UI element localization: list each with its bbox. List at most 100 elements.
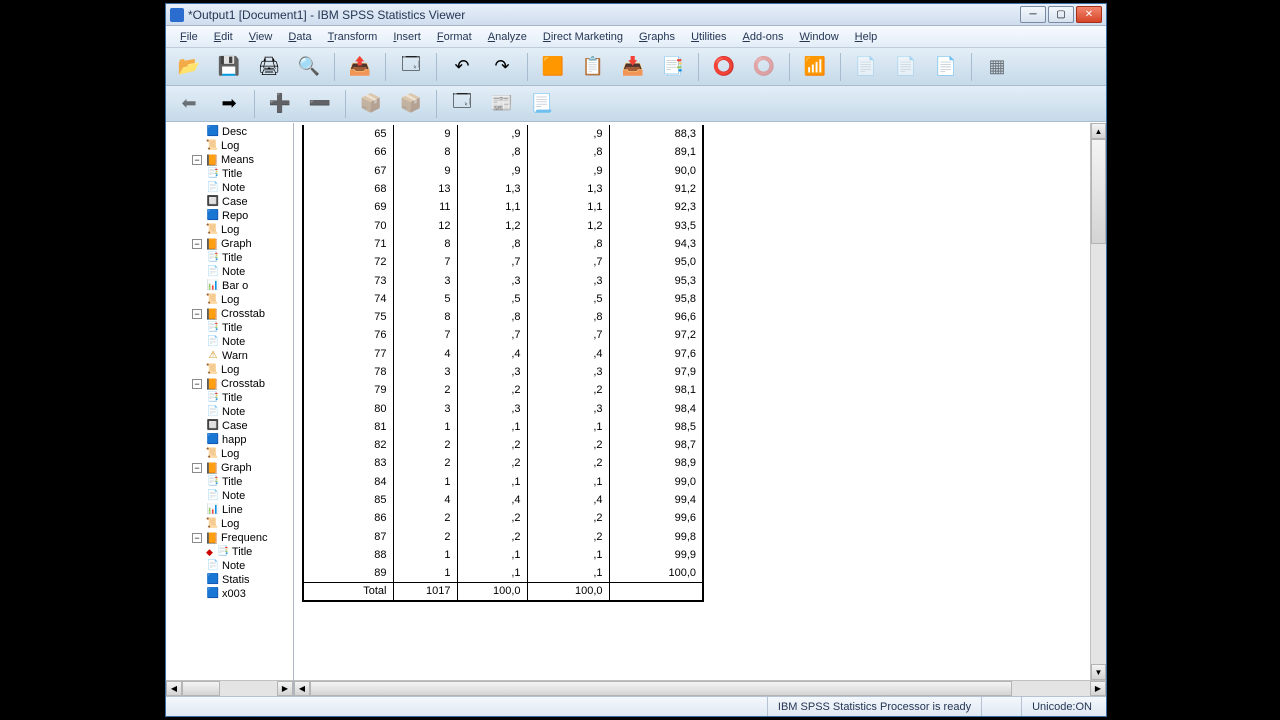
- outline-item-warn[interactable]: Warn: [166, 349, 293, 363]
- viewer-pane[interactable]: 659,9,988,3668,8,889,1679,9,990,068131,3…: [294, 123, 1106, 696]
- frequency-table[interactable]: 659,9,988,3668,8,889,1679,9,990,068131,3…: [302, 125, 704, 602]
- forward-icon[interactable]: ➡: [212, 89, 246, 119]
- table-row[interactable]: 679,9,990,0: [303, 162, 703, 180]
- expand-toggle-icon[interactable]: −: [192, 309, 202, 319]
- outline-item-note[interactable]: Note: [166, 335, 293, 349]
- table-row[interactable]: 68131,31,391,2: [303, 180, 703, 198]
- scroll-up-icon[interactable]: ▲: [1091, 123, 1106, 139]
- table-row[interactable]: 668,8,889,1: [303, 143, 703, 161]
- menu-analyze[interactable]: Analyze: [480, 28, 535, 46]
- menu-data[interactable]: Data: [280, 28, 319, 46]
- collapse-icon[interactable]: ➖: [303, 89, 337, 119]
- menu-edit[interactable]: Edit: [206, 28, 241, 46]
- export-icon[interactable]: 📤: [343, 52, 377, 82]
- table-row[interactable]: 69111,11,192,3: [303, 198, 703, 216]
- open-icon[interactable]: 📂: [172, 52, 206, 82]
- menu-insert[interactable]: Insert: [385, 28, 429, 46]
- outline-item-happ[interactable]: happ: [166, 433, 293, 447]
- table-row[interactable]: 881,1,199,9: [303, 546, 703, 564]
- outline-item-title[interactable]: Title: [166, 167, 293, 181]
- select-icon[interactable]: ⭕: [747, 52, 781, 82]
- menu-help[interactable]: Help: [847, 28, 886, 46]
- designate-icon[interactable]: 📶: [798, 52, 832, 82]
- scroll-right-icon[interactable]: ▶: [277, 681, 293, 696]
- expand-toggle-icon[interactable]: −: [192, 463, 202, 473]
- expand-toggle-icon[interactable]: −: [192, 379, 202, 389]
- variables-icon[interactable]: 📥: [616, 52, 650, 82]
- tool-c-icon[interactable]: 📄: [929, 52, 963, 82]
- table-row[interactable]: 718,8,894,3: [303, 235, 703, 253]
- outline-item-log[interactable]: Log: [166, 447, 293, 461]
- outline-item-title[interactable]: Title: [166, 251, 293, 265]
- table-row[interactable]: 783,3,397,9: [303, 363, 703, 381]
- expand-toggle-icon[interactable]: −: [192, 155, 202, 165]
- scroll-thumb[interactable]: [1091, 139, 1106, 244]
- maximize-button[interactable]: ▢: [1048, 6, 1074, 23]
- scroll-left-icon[interactable]: ◀: [166, 681, 182, 696]
- tool-b-icon[interactable]: 📄: [889, 52, 923, 82]
- outline-item-title[interactable]: Title: [166, 475, 293, 489]
- table-row[interactable]: 822,2,298,7: [303, 436, 703, 454]
- menu-add-ons[interactable]: Add-ons: [735, 28, 792, 46]
- table-row[interactable]: 832,2,298,9: [303, 454, 703, 472]
- expand-icon[interactable]: ➕: [263, 89, 297, 119]
- menu-graphs[interactable]: Graphs: [631, 28, 683, 46]
- outline-item-case[interactable]: Case: [166, 195, 293, 209]
- viewer-hscroll[interactable]: ◀ ▶: [294, 680, 1106, 696]
- outline-item-means[interactable]: −Means: [166, 153, 293, 167]
- menu-direct-marketing[interactable]: Direct Marketing: [535, 28, 631, 46]
- table-row[interactable]: 854,4,499,4: [303, 491, 703, 509]
- outline-item-note[interactable]: Note: [166, 489, 293, 503]
- goto-case-icon[interactable]: 📋: [576, 52, 610, 82]
- menu-utilities[interactable]: Utilities: [683, 28, 734, 46]
- menu-format[interactable]: Format: [429, 28, 480, 46]
- show-icon[interactable]: 📦: [354, 89, 388, 119]
- save-icon[interactable]: 💾: [212, 52, 246, 82]
- scroll-thumb[interactable]: [310, 681, 1012, 696]
- titlebar[interactable]: *Output1 [Document1] - IBM SPSS Statisti…: [166, 4, 1106, 26]
- menu-transform[interactable]: Transform: [320, 28, 386, 46]
- table-row[interactable]: 841,1,199,0: [303, 473, 703, 491]
- outline-item-note[interactable]: Note: [166, 181, 293, 195]
- recall-dialog-icon[interactable]: 🗔: [394, 52, 428, 82]
- outline-item-title[interactable]: Title: [166, 321, 293, 335]
- outline-item-crosstab[interactable]: −Crosstab: [166, 377, 293, 391]
- scroll-left-icon[interactable]: ◀: [294, 681, 310, 696]
- outline-item-log[interactable]: Log: [166, 293, 293, 307]
- outline-item-log[interactable]: Log: [166, 223, 293, 237]
- table-row[interactable]: 872,2,299,8: [303, 528, 703, 546]
- outline-item-title[interactable]: ◆Title: [166, 545, 293, 559]
- close-button[interactable]: ✕: [1076, 6, 1102, 23]
- tool-a-icon[interactable]: 📄: [849, 52, 883, 82]
- outline-item-graph[interactable]: −Graph: [166, 461, 293, 475]
- outline-item-frequenc[interactable]: −Frequenc: [166, 531, 293, 545]
- table-row[interactable]: 792,2,298,1: [303, 381, 703, 399]
- table-row[interactable]: 774,4,497,6: [303, 345, 703, 363]
- outline-item-log[interactable]: Log: [166, 363, 293, 377]
- table-row[interactable]: 70121,21,293,5: [303, 216, 703, 234]
- table-row[interactable]: 659,9,988,3: [303, 125, 703, 143]
- menu-view[interactable]: View: [241, 28, 281, 46]
- print-icon[interactable]: 🖨: [252, 52, 286, 82]
- outline-item-repo[interactable]: Repo: [166, 209, 293, 223]
- outline-item-desc[interactable]: Desc: [166, 125, 293, 139]
- outline-item-note[interactable]: Note: [166, 559, 293, 573]
- goto-data-icon[interactable]: 🟧: [536, 52, 570, 82]
- outline-item-log[interactable]: Log: [166, 517, 293, 531]
- minimize-button[interactable]: ─: [1020, 6, 1046, 23]
- outline-item-note[interactable]: Note: [166, 405, 293, 419]
- menu-file[interactable]: File: [172, 28, 206, 46]
- table-row[interactable]: 891,1,1100,0: [303, 564, 703, 582]
- table-total-row[interactable]: Total1017100,0100,0: [303, 582, 703, 600]
- table-row[interactable]: 727,7,795,0: [303, 253, 703, 271]
- outline-hscroll[interactable]: ◀ ▶: [166, 680, 293, 696]
- table-row[interactable]: 767,7,797,2: [303, 326, 703, 344]
- insert-title-icon[interactable]: 📰: [485, 89, 519, 119]
- outline-item-title[interactable]: Title: [166, 391, 293, 405]
- scroll-right-icon[interactable]: ▶: [1090, 681, 1106, 696]
- preview-icon[interactable]: 🔍: [292, 52, 326, 82]
- outline-item-statis[interactable]: Statis: [166, 573, 293, 587]
- table-row[interactable]: 862,2,299,6: [303, 509, 703, 527]
- outline-item-bar o[interactable]: Bar o: [166, 279, 293, 293]
- select-last-icon[interactable]: ⭕: [707, 52, 741, 82]
